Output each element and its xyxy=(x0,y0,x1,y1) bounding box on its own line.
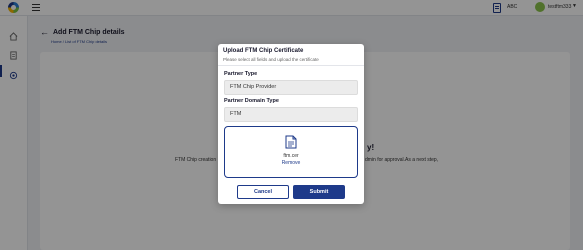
partner-type-label: Partner Type xyxy=(224,71,258,77)
cancel-button[interactable]: Cancel xyxy=(237,185,289,199)
modal-divider xyxy=(218,65,364,66)
remove-file-link[interactable]: Remove xyxy=(225,160,357,166)
modal-title: Upload FTM Chip Certificate xyxy=(223,48,304,54)
modal-subtitle: Please select all fields and upload the … xyxy=(223,57,319,62)
upload-certificate-modal: Upload FTM Chip Certificate Please selec… xyxy=(218,44,364,204)
submit-button[interactable]: Submit xyxy=(293,185,345,199)
partner-domain-field: FTM xyxy=(224,107,358,122)
partner-type-field: FTM Chip Provider xyxy=(224,80,358,95)
uploaded-file-name: ftm.cer xyxy=(283,153,299,159)
partner-domain-label: Partner Domain Type xyxy=(224,98,279,104)
file-icon xyxy=(285,135,297,149)
file-upload-area[interactable]: ftm.cer Remove xyxy=(224,126,358,178)
